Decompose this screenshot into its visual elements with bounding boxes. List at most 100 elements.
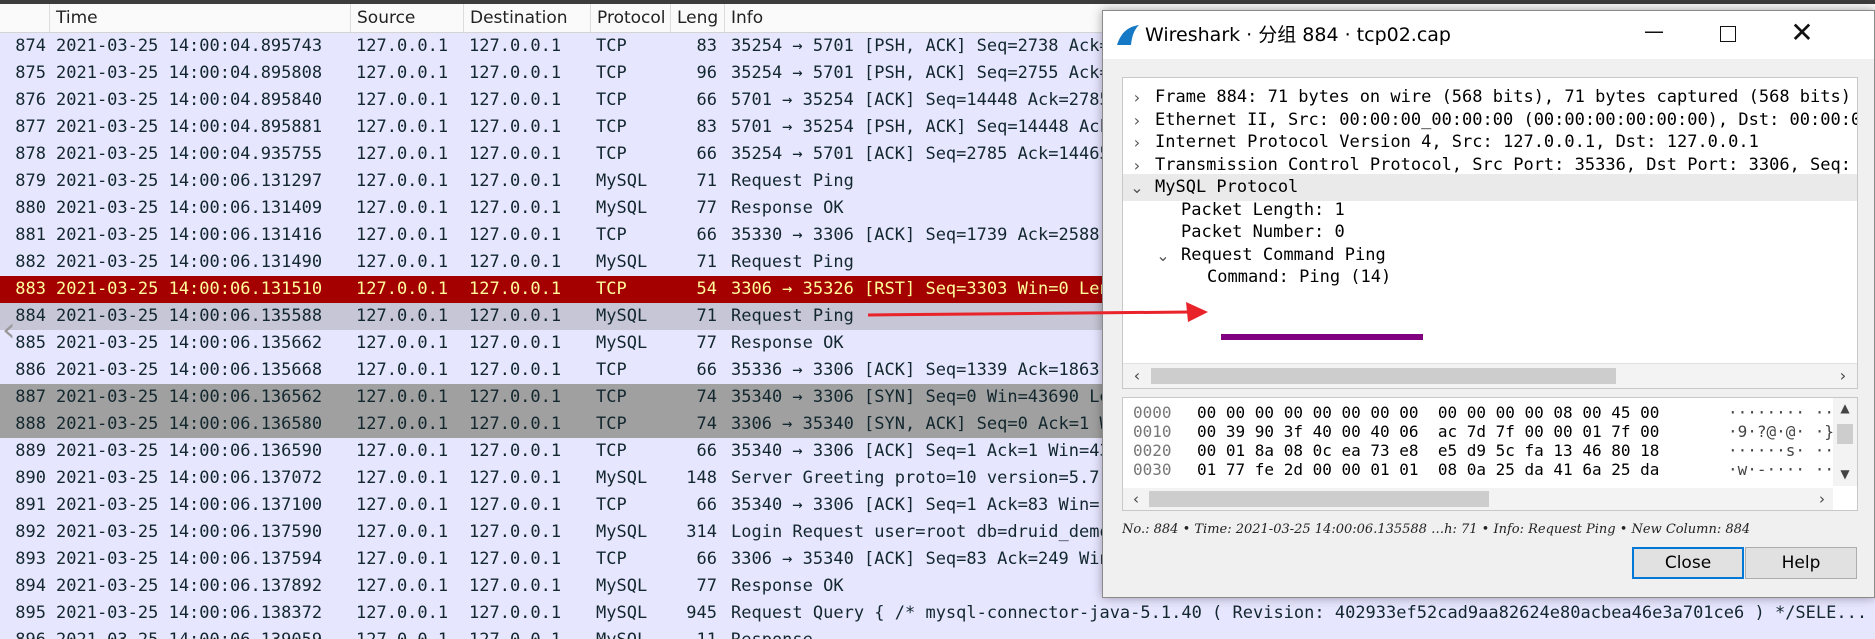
packet-length: 71: [696, 306, 717, 326]
packet-detail-dialog: Wireshark · 分组 884 · tcp02.cap — ✕ › Fram…: [1102, 10, 1875, 598]
scroll-left-icon[interactable]: ‹: [2, 310, 18, 350]
column-header-length[interactable]: Leng: [671, 4, 725, 32]
scroll-right-arrow-icon[interactable]: ›: [1831, 364, 1855, 388]
packet-number: 875: [15, 63, 46, 83]
packet-source: 127.0.0.1: [356, 225, 449, 245]
column-header-time[interactable]: Time: [50, 4, 351, 32]
close-window-button[interactable]: ✕: [1765, 11, 1839, 55]
hex-dump-pane: 0000 00 00 00 00 00 00 00 00 00 00 00 00 …: [1122, 397, 1858, 511]
column-header-no[interactable]: [0, 4, 50, 32]
packet-destination: 127.0.0.1: [469, 414, 562, 434]
hex-horizontal-scrollbar[interactable]: ‹ ›: [1123, 488, 1833, 510]
wireshark-fin-icon: [1117, 25, 1139, 45]
packet-protocol: TCP: [596, 549, 627, 569]
packet-destination: 127.0.0.1: [469, 279, 562, 299]
hex-vertical-scrollbar[interactable]: ▲ ▼: [1833, 398, 1857, 486]
packet-length: 945: [686, 603, 717, 623]
packet-destination: 127.0.0.1: [469, 225, 562, 245]
packet-protocol: TCP: [596, 63, 627, 83]
packet-protocol: TCP: [596, 225, 627, 245]
packet-source: 127.0.0.1: [356, 441, 449, 461]
scroll-thumb[interactable]: [1151, 368, 1616, 384]
dialog-titlebar[interactable]: Wireshark · 分组 884 · tcp02.cap — ✕: [1103, 11, 1874, 59]
packet-source: 127.0.0.1: [356, 144, 449, 164]
annotation-underline: [1221, 334, 1423, 340]
packet-destination: 127.0.0.1: [469, 144, 562, 164]
packet-protocol: TCP: [596, 36, 627, 56]
packet-source: 127.0.0.1: [356, 306, 449, 326]
packet-number: 887: [15, 387, 46, 407]
packet-protocol: TCP: [596, 441, 627, 461]
packet-protocol: MySQL: [596, 576, 648, 596]
packet-destination: 127.0.0.1: [469, 90, 562, 110]
packet-number: 876: [15, 90, 46, 110]
packet-destination: 127.0.0.1: [469, 495, 562, 515]
scroll-thumb[interactable]: [1149, 491, 1489, 507]
tree-item[interactable]: Command: Ping (14): [1123, 264, 1857, 291]
packet-number: 883: [15, 279, 46, 299]
packet-time: 2021-03-25 14:00:06.135588: [56, 306, 323, 326]
packet-length: 66: [696, 144, 717, 164]
packet-source: 127.0.0.1: [356, 252, 449, 272]
packet-source: 127.0.0.1: [356, 576, 449, 596]
packet-destination: 127.0.0.1: [469, 171, 562, 191]
packet-source: 127.0.0.1: [356, 522, 449, 542]
packet-destination: 127.0.0.1: [469, 360, 562, 380]
column-header-destination[interactable]: Destination: [464, 4, 591, 32]
packet-length: 74: [696, 414, 717, 434]
packet-time: 2021-03-25 14:00:04.895881: [56, 117, 323, 137]
packet-row[interactable]: 895 2021-03-25 14:00:06.138372 127.0.0.1 12…: [0, 600, 1875, 627]
packet-length: 66: [696, 90, 717, 110]
packet-protocol: TCP: [596, 495, 627, 515]
scroll-right-arrow-icon[interactable]: ›: [1811, 488, 1833, 510]
packet-destination: 127.0.0.1: [469, 576, 562, 596]
packet-source: 127.0.0.1: [356, 360, 449, 380]
packet-time: 2021-03-25 14:00:06.136590: [56, 441, 323, 461]
packet-number: 877: [15, 117, 46, 137]
packet-status-line: No.: 884 • Time: 2021-03-25 14:00:06.135…: [1122, 522, 1751, 537]
maximize-button[interactable]: [1691, 11, 1765, 55]
packet-time: 2021-03-25 14:00:06.131409: [56, 198, 323, 218]
scroll-left-arrow-icon[interactable]: ‹: [1125, 488, 1147, 510]
scroll-left-arrow-icon[interactable]: ‹: [1125, 364, 1149, 388]
packet-length: 71: [696, 252, 717, 272]
packet-time: 2021-03-25 14:00:06.135662: [56, 333, 323, 353]
packet-number: 891: [15, 495, 46, 515]
tree-item-label: Command: Ping (14): [1207, 267, 1392, 287]
dialog-title: Wireshark · 分组 884 · tcp02.cap: [1145, 24, 1451, 46]
packet-number: 878: [15, 144, 46, 164]
packet-protocol: TCP: [596, 279, 627, 299]
packet-time: 2021-03-25 14:00:04.895808: [56, 63, 323, 83]
packet-time: 2021-03-25 14:00:06.137594: [56, 549, 323, 569]
packet-protocol: TCP: [596, 117, 627, 137]
packet-row[interactable]: 896 2021-03-25 14:00:06.139059 127.0.0.1 12…: [0, 627, 1875, 639]
packet-protocol: MySQL: [596, 333, 648, 353]
packet-source: 127.0.0.1: [356, 63, 449, 83]
packet-destination: 127.0.0.1: [469, 198, 562, 218]
packet-time: 2021-03-25 14:00:06.137590: [56, 522, 323, 542]
scroll-up-arrow-icon[interactable]: ▲: [1833, 398, 1857, 418]
scroll-down-arrow-icon[interactable]: ▼: [1833, 464, 1857, 484]
packet-number: 894: [15, 576, 46, 596]
hex-offset: 0030: [1133, 460, 1172, 479]
packet-time: 2021-03-25 14:00:06.135668: [56, 360, 323, 380]
packet-time: 2021-03-25 14:00:06.136580: [56, 414, 323, 434]
packet-source: 127.0.0.1: [356, 333, 449, 353]
packet-destination: 127.0.0.1: [469, 387, 562, 407]
column-header-source[interactable]: Source: [351, 4, 464, 32]
packet-destination: 127.0.0.1: [469, 627, 587, 639]
packet-destination: 127.0.0.1: [469, 63, 562, 83]
packet-time: 2021-03-25 14:00:04.895743: [56, 36, 323, 56]
packet-source: 127.0.0.1: [356, 468, 449, 488]
maximize-icon: [1720, 26, 1736, 42]
tree-horizontal-scrollbar[interactable]: ‹ ›: [1123, 363, 1857, 388]
packet-time: 2021-03-25 14:00:06.131490: [56, 252, 323, 272]
hex-row[interactable]: 0030 01 77 fe 2d 00 00 01 01 08 0a 25 da …: [1123, 459, 1857, 481]
packet-protocol: TCP: [596, 360, 627, 380]
scroll-thumb[interactable]: [1837, 424, 1853, 444]
close-button[interactable]: Close: [1632, 547, 1744, 579]
column-header-protocol[interactable]: Protocol: [591, 4, 671, 32]
packet-length: 83: [696, 36, 717, 56]
minimize-button[interactable]: —: [1617, 11, 1691, 55]
help-button[interactable]: Help: [1745, 547, 1857, 579]
